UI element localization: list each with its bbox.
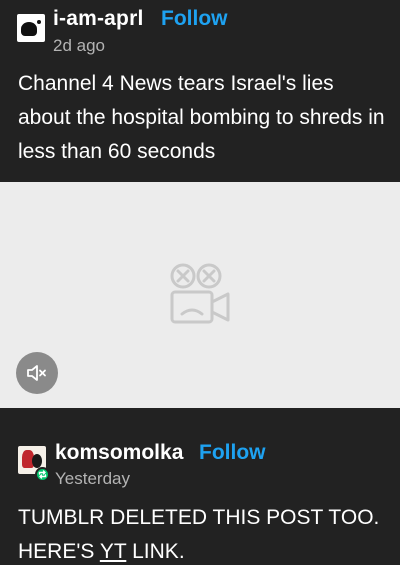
avatar-dot xyxy=(37,20,41,24)
avatar-figure xyxy=(32,454,42,468)
reblog-arrows-icon xyxy=(38,470,47,479)
timestamp[interactable]: Yesterday xyxy=(55,469,130,489)
follow-button[interactable]: Follow xyxy=(199,441,266,465)
post-body-text: TUMBLR DELETED THIS POST TOO. HERE'S xyxy=(18,506,380,563)
timestamp[interactable]: 2d ago xyxy=(53,36,105,56)
muted-speaker-icon xyxy=(27,365,46,381)
post-body: TUMBLR DELETED THIS POST TOO. HERE'S YT … xyxy=(18,501,388,565)
avatar[interactable] xyxy=(17,14,45,42)
username[interactable]: komsomolka xyxy=(55,441,183,465)
broken-video-icon xyxy=(170,263,230,324)
video-player[interactable] xyxy=(0,182,400,408)
post-2: komsomolka Follow Yesterday TUMBLR DELET… xyxy=(0,408,400,565)
reblog-icon xyxy=(35,467,50,482)
avatar-figure xyxy=(21,22,37,36)
username[interactable]: i-am-aprl xyxy=(53,7,144,31)
follow-button[interactable]: Follow xyxy=(161,7,228,31)
post-1: i-am-aprl Follow 2d ago Channel 4 News t… xyxy=(0,0,400,182)
post-body: Channel 4 News tears Israel's lies about… xyxy=(18,72,385,163)
post-body-text-end: LINK. xyxy=(126,540,185,563)
youtube-link[interactable]: YT xyxy=(100,540,126,563)
mute-button[interactable] xyxy=(16,352,58,394)
